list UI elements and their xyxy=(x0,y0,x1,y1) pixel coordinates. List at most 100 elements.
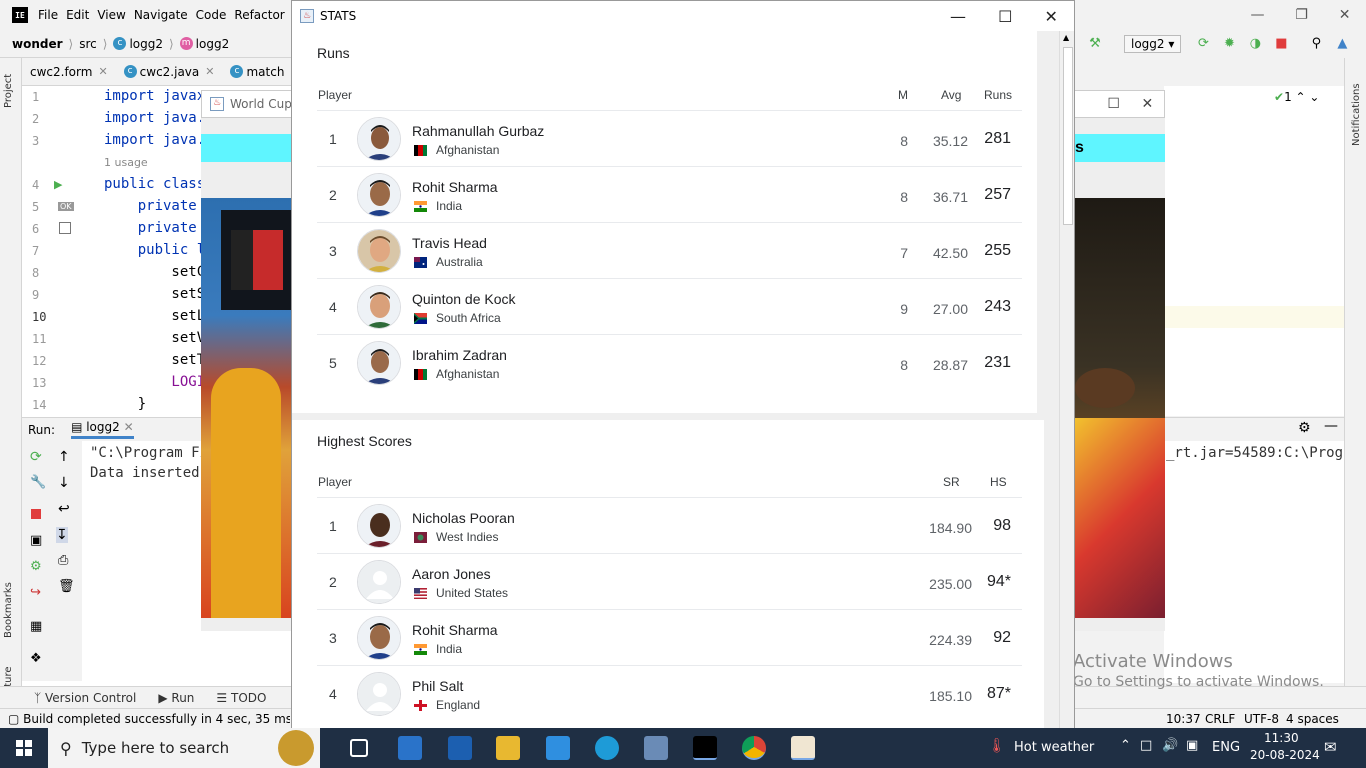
tab-cwc2-java[interactable]: c cwc2.java ✕ xyxy=(116,58,223,86)
restore-icon[interactable]: ❐ xyxy=(1295,7,1308,23)
breadcrumb-src[interactable]: src xyxy=(79,37,97,51)
chevron-up-icon[interactable]: ⌃ xyxy=(1120,738,1131,753)
build-status[interactable]: ▢ Build completed successfully in 4 sec,… xyxy=(8,712,290,726)
caret-position[interactable]: 10:37 xyxy=(1166,712,1201,726)
menu-file[interactable]: File xyxy=(38,8,66,22)
remote-app-icon[interactable] xyxy=(448,736,472,760)
stats-content[interactable]: Runs Player M Avg Runs 1 Rahmanullah Gur… xyxy=(292,31,1060,729)
update-icon[interactable]: ▲ xyxy=(1334,36,1350,52)
taskbar-search[interactable]: ⚲ Type here to search xyxy=(48,728,320,768)
indent-setting[interactable]: 4 spaces xyxy=(1286,712,1339,726)
close-icon[interactable]: ✕ xyxy=(98,65,107,78)
table-row[interactable]: 3 Travis Head Australia 7 42.50 255 xyxy=(317,222,1022,278)
menu-view[interactable]: View xyxy=(97,8,133,22)
soft-wrap-icon[interactable]: ↩ xyxy=(58,501,70,517)
file-encoding[interactable]: UTF-8 xyxy=(1244,712,1279,726)
close-icon[interactable]: ✕ xyxy=(205,65,214,78)
file-explorer-icon[interactable] xyxy=(496,736,520,760)
rerun-icon[interactable]: ⟳ xyxy=(1195,36,1211,52)
task-view-icon[interactable] xyxy=(350,739,368,757)
table-row[interactable]: 2 Aaron Jones United States 235.00 94* xyxy=(317,553,1022,609)
layout-icon[interactable]: ▦ xyxy=(30,619,42,634)
clock-time[interactable]: 11:30 xyxy=(1264,731,1299,745)
clock-date[interactable]: 20-08-2024 xyxy=(1250,748,1320,762)
table-row[interactable]: 5 Ibrahim Zadran Afghanistan 8 28.87 231 xyxy=(317,334,1022,390)
build-hammer-icon[interactable]: ⚒ xyxy=(1087,36,1103,52)
bookmarks-tool-label[interactable]: Bookmarks xyxy=(3,582,14,638)
intellij-taskbar-icon[interactable] xyxy=(693,736,717,760)
vertical-scrollbar[interactable]: ▲ xyxy=(1059,31,1074,729)
windows-start-icon[interactable] xyxy=(16,740,32,756)
trash-icon[interactable]: 🗑 xyxy=(58,579,75,594)
menu-refactor[interactable]: Refactor xyxy=(234,8,292,22)
mail-icon[interactable] xyxy=(546,736,570,760)
minimize-icon[interactable]: — xyxy=(950,7,966,26)
close-icon[interactable]: ✕ xyxy=(124,420,134,434)
table-row[interactable]: 1 Rahmanullah Gurbaz Afghanistan 8 35.12… xyxy=(317,110,1022,166)
stop-icon[interactable] xyxy=(31,509,41,519)
media-app-icon[interactable] xyxy=(644,736,668,760)
microsoft-store-icon[interactable] xyxy=(398,736,422,760)
search-highlight-icon[interactable] xyxy=(278,730,314,766)
hide-icon[interactable]: — xyxy=(1324,418,1338,434)
run-gutter-icon[interactable]: ▶ xyxy=(54,178,62,191)
notifications-tool-label[interactable]: Notifications xyxy=(1351,83,1362,146)
debug-bug-icon[interactable]: ✹ xyxy=(1221,36,1237,52)
minimize-icon[interactable]: — xyxy=(1250,7,1264,23)
settings-gear-icon[interactable]: ⚙ xyxy=(30,559,42,574)
scroll-up-icon[interactable]: ▲ xyxy=(1063,33,1069,42)
table-row[interactable]: 4 Phil Salt England 185.10 87* xyxy=(317,665,1022,721)
table-row[interactable]: 4 Quinton de Kock South Africa 9 27.00 2… xyxy=(317,278,1022,334)
close-icon[interactable]: ✕ xyxy=(1045,7,1058,26)
coverage-icon[interactable]: ◑ xyxy=(1247,36,1263,52)
network-icon[interactable]: □ xyxy=(1140,738,1152,753)
arrow-down-icon[interactable]: ↓ xyxy=(58,475,70,491)
search-icon[interactable]: ⚲ xyxy=(1308,36,1324,52)
player-name: Quinton de Kock xyxy=(412,291,516,307)
rerun-icon[interactable]: ⟳ xyxy=(30,449,42,465)
table-row[interactable]: 3 Rohit Sharma India 224.39 92 xyxy=(317,609,1022,665)
usage-hint[interactable]: 1 usage xyxy=(104,156,148,169)
maximize-icon[interactable]: ☐ xyxy=(1107,96,1120,112)
project-tool-label[interactable]: Project xyxy=(3,74,14,108)
tab-cwc2-form[interactable]: cwc2.form ✕ xyxy=(22,58,116,86)
tab-run[interactable]: ▶ Run xyxy=(158,691,194,705)
breadcrumb-method[interactable]: logg2 xyxy=(196,37,230,51)
close-icon[interactable]: ✕ xyxy=(1339,7,1351,23)
edge-browser-icon[interactable] xyxy=(595,736,619,760)
print-icon[interactable]: ⎙ xyxy=(58,553,68,568)
stop-icon[interactable]: ■ xyxy=(1273,36,1289,52)
weather-text[interactable]: Hot weather xyxy=(1014,740,1094,755)
pin-icon[interactable]: ❖ xyxy=(30,651,42,666)
exit-icon[interactable]: ↪ xyxy=(30,585,41,600)
camera-icon[interactable]: ▣ xyxy=(30,533,42,548)
table-row[interactable]: 2 Rohit Sharma India 8 36.71 257 xyxy=(317,166,1022,222)
scrollbar-thumb[interactable] xyxy=(1063,47,1073,225)
close-icon[interactable]: ✕ xyxy=(1141,96,1153,112)
inspection-widget[interactable]: ✔1 ⌃ ⌄ xyxy=(1274,90,1319,104)
gear-icon[interactable]: ⚙ xyxy=(1298,420,1311,436)
arrow-up-icon[interactable]: ↑ xyxy=(58,449,70,465)
maximize-icon[interactable]: ☐ xyxy=(998,7,1012,26)
thermometer-icon[interactable]: 🌡 xyxy=(988,738,1006,754)
wrench-icon[interactable]: 🔧 xyxy=(30,475,46,490)
java-taskbar-icon[interactable] xyxy=(791,736,815,760)
display-icon[interactable]: ▣ xyxy=(1186,738,1198,753)
menu-edit[interactable]: Edit xyxy=(66,8,97,22)
tab-match[interactable]: c match xyxy=(222,58,292,86)
volume-icon[interactable]: 🔊 xyxy=(1162,738,1178,753)
menu-code[interactable]: Code xyxy=(196,8,235,22)
breadcrumb-project[interactable]: wonder xyxy=(12,37,63,51)
chrome-icon[interactable] xyxy=(742,736,766,760)
breadcrumb-class[interactable]: logg2 xyxy=(129,37,163,51)
language-indicator[interactable]: ENG xyxy=(1212,740,1240,755)
scroll-to-end-icon[interactable]: ↧ xyxy=(56,527,68,543)
notification-center-icon[interactable]: ✉ xyxy=(1324,738,1337,756)
table-row[interactable]: 1 Nicholas Pooran West Indies 184.90 98 xyxy=(317,497,1022,553)
tab-todo[interactable]: ☰ TODO xyxy=(216,691,266,705)
menu-navigate[interactable]: Navigate xyxy=(134,8,196,22)
run-config-select[interactable]: logg2 ▾ xyxy=(1124,35,1182,53)
run-config-tab[interactable]: ▤ logg2 ✕ xyxy=(71,420,134,439)
line-separator[interactable]: CRLF xyxy=(1205,712,1235,726)
tab-version-control[interactable]: ᛉ Version Control xyxy=(34,691,136,705)
